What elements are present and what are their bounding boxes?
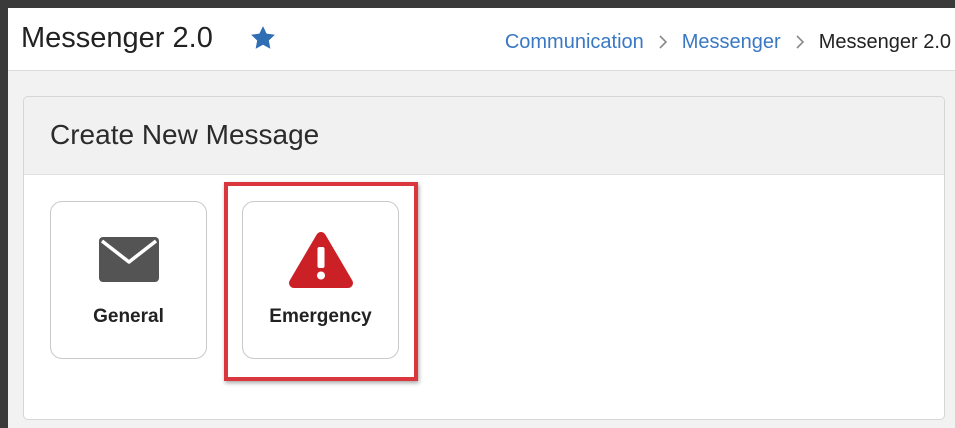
emergency-label: Emergency — [269, 306, 372, 327]
star-icon[interactable] — [249, 24, 277, 52]
chevron-right-icon — [796, 35, 804, 49]
general-label: General — [93, 306, 164, 327]
breadcrumb-messenger[interactable]: Messenger — [682, 30, 781, 54]
create-message-panel: Create New Message General Emergency — [23, 96, 945, 420]
warning-triangle-icon — [288, 232, 353, 288]
general-message-button[interactable]: General — [50, 201, 207, 359]
breadcrumb: Communication Messenger Messenger 2.0 — [505, 30, 951, 54]
breadcrumb-communication[interactable]: Communication — [505, 30, 644, 54]
chevron-right-icon — [659, 35, 667, 49]
page-title: Messenger 2.0 — [21, 22, 213, 54]
panel-title: Create New Message — [50, 119, 320, 150]
main-content: Create New Message General Emergency — [8, 71, 955, 428]
envelope-icon — [98, 237, 159, 282]
panel-header: Create New Message — [24, 97, 944, 175]
page-header: Messenger 2.0 Communication Messenger Me… — [8, 8, 955, 71]
emergency-message-button[interactable]: Emergency — [242, 201, 399, 359]
breadcrumb-current: Messenger 2.0 — [818, 31, 951, 53]
